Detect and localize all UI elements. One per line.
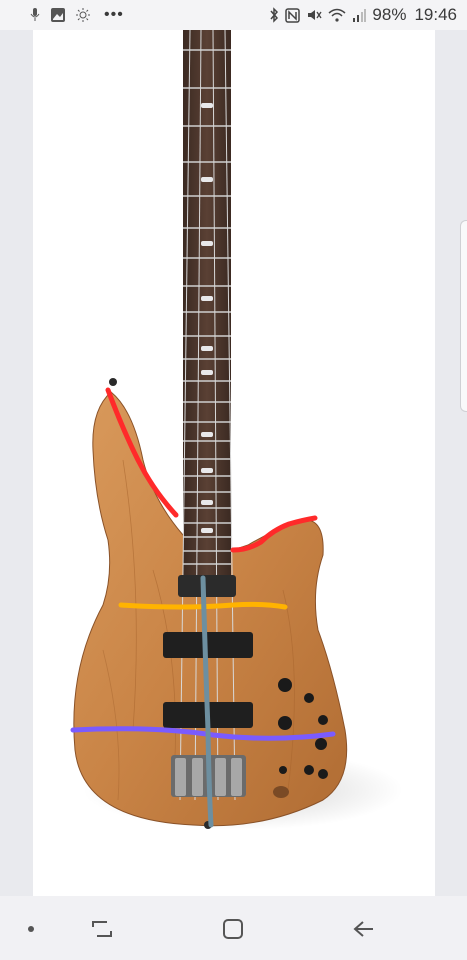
- home-dot-icon[interactable]: [16, 914, 46, 944]
- gallery-icon: [50, 7, 66, 23]
- back-icon[interactable]: [348, 914, 378, 944]
- clock: 19:46: [414, 5, 457, 24]
- input-jack: [273, 786, 289, 798]
- more-icon: •••: [104, 6, 124, 23]
- status-left: •••: [30, 7, 124, 23]
- image-panel: [33, 29, 435, 896]
- edge-panel-handle[interactable]: [460, 220, 467, 412]
- image-viewer[interactable]: [0, 29, 467, 896]
- home-icon[interactable]: [218, 914, 248, 944]
- wifi-icon: [328, 8, 346, 22]
- status-bar: ••• 98% 19:46: [0, 0, 467, 30]
- weather-icon: [76, 8, 94, 22]
- signal-icon: [352, 8, 367, 22]
- status-right: 98% 19:46: [269, 5, 457, 25]
- bass-guitar-illustration: [70, 29, 403, 830]
- nfc-icon: [285, 7, 301, 23]
- battery-level: 98%: [372, 5, 407, 24]
- strap-button-top: [109, 378, 117, 386]
- microphone-icon: [30, 8, 40, 22]
- vibrate-mute-icon: [306, 7, 322, 23]
- bluetooth-icon: [269, 7, 279, 23]
- navigation-bar: [0, 896, 467, 960]
- recent-apps-icon[interactable]: [87, 914, 117, 944]
